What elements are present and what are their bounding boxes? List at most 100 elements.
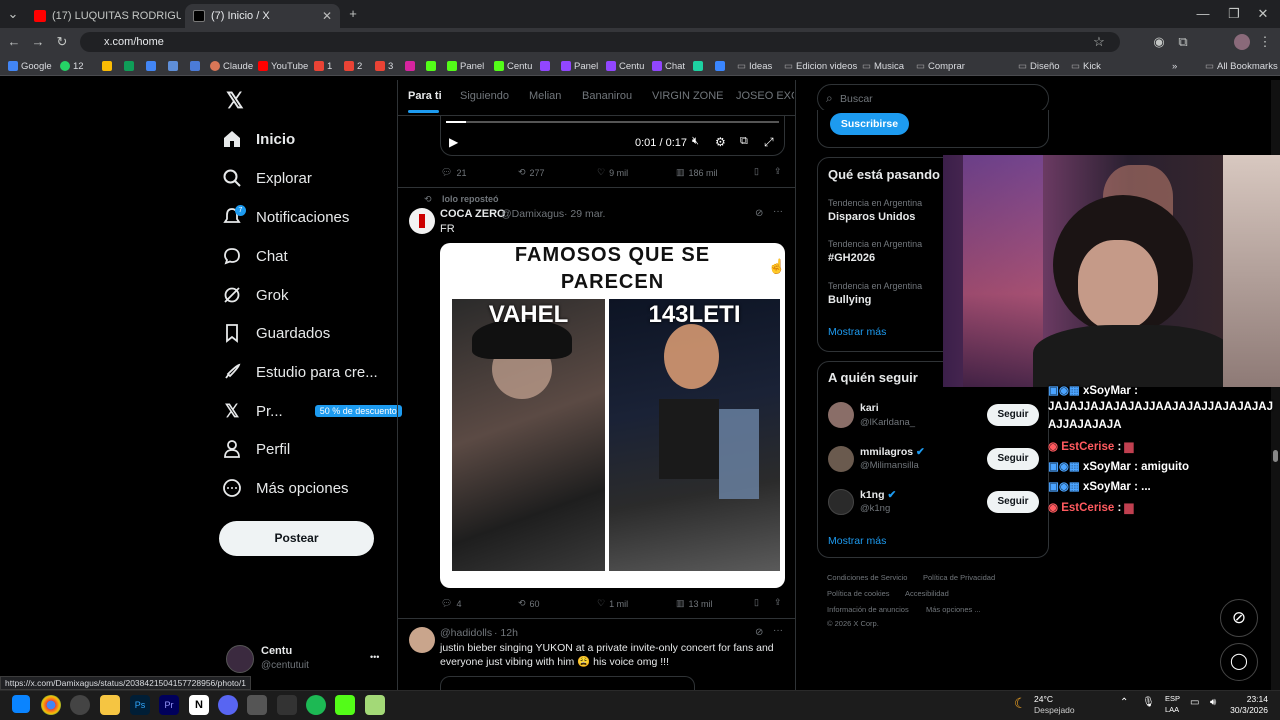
bookmark-folder-diseno[interactable]: ▭ Diseño	[1018, 58, 1060, 74]
nav-chat[interactable]: Chat	[222, 241, 288, 271]
close-window-icon[interactable]: ✕	[1254, 5, 1272, 23]
nav-mas-opciones[interactable]: Más opciones	[222, 473, 349, 503]
share-icon[interactable]: ⇪	[774, 597, 782, 608]
views-action[interactable]: ▥ 13 mil	[676, 598, 713, 609]
footer-link[interactable]: Accesibilidad	[905, 589, 949, 598]
bookmark-green[interactable]	[693, 58, 703, 74]
like-action[interactable]: ♡ 9 mil	[597, 167, 628, 178]
post-more-icon[interactable]: ···	[773, 206, 783, 217]
tray-chevron-icon[interactable]: ⌃	[1120, 697, 1128, 708]
bookmark-icon-a[interactable]	[168, 58, 178, 74]
tab-para-ti[interactable]: Para ti	[408, 90, 442, 102]
explorer-taskbar-icon[interactable]	[100, 695, 120, 715]
post-button[interactable]: Postear	[219, 521, 374, 556]
author-handle[interactable]: @Damixagus	[501, 208, 564, 220]
profile-avatar[interactable]	[1234, 34, 1250, 50]
bookmark-blue[interactable]	[715, 58, 725, 74]
follow-name[interactable]: k1ng ✔	[860, 489, 896, 501]
bookmark-icon-b[interactable]	[190, 58, 200, 74]
tab-youtube[interactable]: (17) LUQUITAS RODRIGUEZ Y L ✕	[26, 4, 181, 28]
language-1[interactable]: ESP	[1165, 694, 1180, 703]
bookmark-sheets[interactable]	[124, 58, 134, 74]
bookmark-claude[interactable]: Claude	[210, 58, 253, 74]
tab-melian[interactable]: Melian	[529, 90, 561, 102]
account-menu-icon[interactable]: •••	[370, 652, 379, 662]
nav-premium[interactable]: 𝕏 Pr... 50 % de descuento	[222, 396, 402, 426]
show-more-follow[interactable]: Mostrar más	[828, 535, 886, 547]
language-2[interactable]: LAA	[1165, 705, 1179, 714]
tab-joseo[interactable]: JOSEO EXCLU	[736, 90, 794, 102]
bookmarks-overflow-icon[interactable]: »	[1172, 58, 1177, 74]
menu-dots-icon[interactable]: ⋮	[1256, 33, 1274, 51]
video-progress-track[interactable]	[446, 121, 779, 123]
premiere-taskbar-icon[interactable]: Pr	[159, 695, 179, 715]
follow-button[interactable]: Seguir	[987, 448, 1039, 470]
tab-bananirou[interactable]: Bananirou	[582, 90, 632, 102]
notion-taskbar-icon[interactable]: N	[189, 695, 209, 715]
bookmark-folder-edicion[interactable]: ▭ Edicion videos	[784, 58, 857, 74]
bookmark-action-icon[interactable]: ▯	[754, 597, 759, 608]
bookmark-gmail-1[interactable]: 1	[314, 58, 332, 74]
footer-link[interactable]: Política de Privacidad	[923, 573, 995, 582]
footer-link[interactable]: Más opciones ...	[926, 605, 981, 614]
maximize-icon[interactable]: ❐	[1225, 5, 1243, 23]
follow-name[interactable]: mmilagros ✔	[860, 446, 925, 458]
bookmark-docs[interactable]	[146, 58, 156, 74]
nav-estudio[interactable]: Estudio para cre...	[222, 357, 378, 387]
subscribe-button[interactable]: Suscribirse	[830, 113, 909, 135]
bookmark-folder-kick[interactable]: ▭ Kick	[1071, 58, 1101, 74]
pip-icon[interactable]: ⧉	[740, 135, 748, 148]
tab-virgin-zone[interactable]: VIRGIN ZONE	[652, 90, 724, 102]
discord-taskbar-icon[interactable]	[218, 695, 238, 715]
app-taskbar-icon[interactable]	[247, 695, 267, 715]
bookmark-instagram[interactable]	[405, 58, 415, 74]
reply-action[interactable]: 💬︎ 21	[441, 167, 466, 178]
windows-start-icon[interactable]	[12, 695, 30, 713]
post-date[interactable]: · 29 mar.	[564, 208, 605, 220]
reply-action[interactable]: 💬︎ 4	[441, 598, 461, 609]
settings-gear-icon[interactable]: ⚙	[715, 135, 726, 149]
footer-link[interactable]: Condiciones de Servicio	[827, 573, 907, 582]
bookmark-drive[interactable]	[102, 58, 112, 74]
repost-action[interactable]: ⟲ 277	[518, 167, 545, 178]
bookmark-folder-ideas[interactable]: ▭ Ideas	[737, 58, 772, 74]
bookmark-kick-k[interactable]	[426, 58, 436, 74]
nav-inicio[interactable]: Inicio	[222, 124, 295, 154]
messages-float-icon[interactable]: ◯	[1220, 643, 1258, 681]
footer-link[interactable]: Información de anuncios	[827, 605, 909, 614]
user-avatar[interactable]	[226, 645, 254, 673]
reload-icon[interactable]: ↻	[53, 33, 71, 51]
share-icon[interactable]: ⇪	[774, 166, 782, 177]
author-name[interactable]: COCA ZERO	[440, 208, 506, 220]
clock-time[interactable]: 23:14	[1228, 694, 1268, 704]
post-date[interactable]: · 12h	[494, 627, 518, 639]
forward-icon[interactable]: →	[29, 33, 47, 51]
post-media-preview[interactable]	[440, 676, 695, 690]
chrome-taskbar-icon[interactable]	[41, 695, 61, 715]
all-bookmarks[interactable]: ▭ All Bookmarks	[1205, 58, 1278, 74]
extension-icon[interactable]: ◉	[1150, 33, 1168, 51]
bookmark-centu-1[interactable]: Centu	[494, 58, 532, 74]
nav-explorar[interactable]: Explorar	[222, 163, 312, 193]
mute-icon[interactable]: 🔇︎	[692, 135, 699, 148]
grok-float-icon[interactable]: ⊘	[1220, 599, 1258, 637]
spotify-taskbar-icon[interactable]	[306, 695, 326, 715]
bookmark-google[interactable]: Google	[8, 58, 52, 74]
bookmark-youtube[interactable]: YouTube	[258, 58, 308, 74]
trend-item[interactable]: Tendencia en Argentina #GH2026	[828, 239, 922, 264]
bookmark-panel-2[interactable]: Panel	[561, 58, 598, 74]
trend-item[interactable]: Tendencia en Argentina Bullying	[828, 281, 922, 306]
bookmark-panel-1[interactable]: Panel	[447, 58, 484, 74]
x-logo-icon[interactable]: 𝕏	[226, 88, 244, 114]
tab-siguiendo[interactable]: Siguiendo	[460, 90, 509, 102]
grok-post-icon[interactable]: ⊘	[755, 208, 763, 219]
bookmark-gmail-3[interactable]: 3	[375, 58, 393, 74]
app-taskbar-icon[interactable]	[365, 695, 385, 715]
nav-perfil[interactable]: Perfil	[222, 434, 290, 464]
volume-icon[interactable]: 🔊︎	[1210, 697, 1216, 708]
microphone-icon[interactable]: 🎙︎	[1142, 697, 1155, 708]
weather-desc[interactable]: Despejado	[1034, 705, 1075, 715]
bookmark-folder-comprar[interactable]: ▭ Comprar	[916, 58, 965, 74]
footer-link[interactable]: Política de cookies	[827, 589, 890, 598]
author-handle[interactable]: @hadidolls	[440, 627, 492, 639]
